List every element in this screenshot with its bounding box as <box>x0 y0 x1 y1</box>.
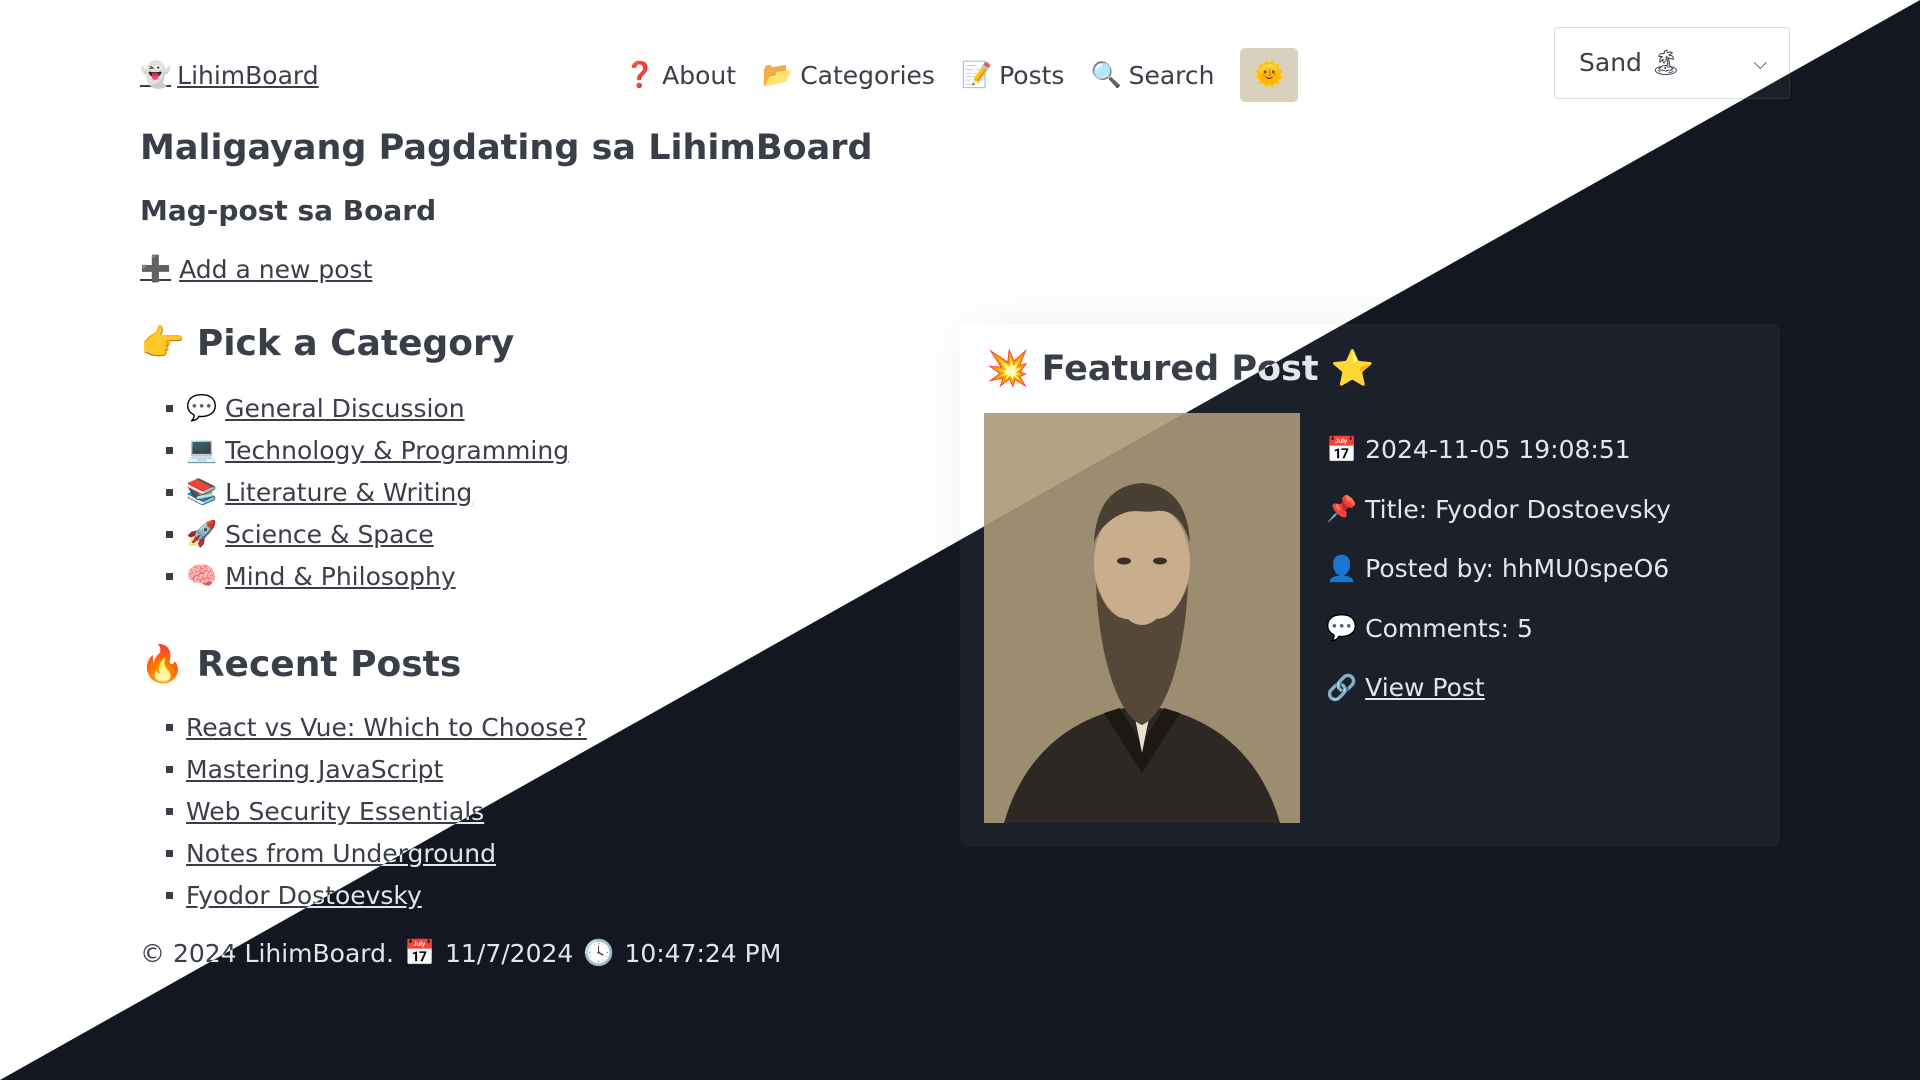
theme-toggle-button[interactable]: 🌞 <box>1240 48 1299 102</box>
user-icon: 👤 <box>1326 553 1358 583</box>
nav-about[interactable]: ❓ About <box>624 60 736 90</box>
category-link-general[interactable]: General Discussion <box>225 394 464 423</box>
nav-categories-label: Categories <box>800 60 935 90</box>
rocket-icon: 🚀 <box>186 519 218 548</box>
palette-icon: 🏝 <box>1649 48 1682 77</box>
meta-title: 📌Title: Fyodor Dostoevsky <box>1326 480 1671 540</box>
category-item: 🚀 Science & Space <box>166 513 569 555</box>
calendar-icon: 📅 <box>403 938 436 967</box>
laptop-icon: 💻 <box>186 435 218 464</box>
add-post-label: Add a new post <box>179 254 373 284</box>
fire-icon: 🔥 <box>140 644 185 685</box>
categories-heading: 👉 Pick a Category <box>140 322 515 365</box>
meta-link: 🔗View Post <box>1326 658 1671 718</box>
category-item: 💬 General Discussion <box>166 387 569 429</box>
star-icon: ⭐ <box>1330 349 1375 389</box>
comment-icon: 💬 <box>1326 613 1358 643</box>
list-item: React vs Vue: Which to Choose? <box>166 706 587 748</box>
nav-about-label: About <box>662 60 737 90</box>
speech-bubble-icon: 💬 <box>186 393 218 422</box>
brain-icon: 🧠 <box>186 561 218 590</box>
theme-select[interactable]: Sand 🏝 ⌵ <box>1554 27 1790 99</box>
clock-icon: 🕓 <box>583 938 615 967</box>
category-item: 📚 Literature & Writing <box>166 471 569 513</box>
calendar-icon: 📅 <box>1326 434 1358 464</box>
featured-post-meta: 📅2024-11-05 19:08:51 📌Title: Fyodor Dost… <box>1326 420 1671 718</box>
footer-date: 11/7/2024 <box>445 938 574 968</box>
category-list: 💬 General Discussion 💻 Technology & Progra… <box>166 387 569 597</box>
plus-icon: ➕ <box>140 254 172 283</box>
brand-label: LihimBoard <box>177 60 319 90</box>
link-icon: 🔗 <box>1326 672 1358 702</box>
question-icon: ❓ <box>624 60 656 89</box>
page-title: Maligayang Pagdating sa LihimBoard <box>140 128 873 168</box>
recent-heading: 🔥 Recent Posts <box>140 643 462 686</box>
brand-link[interactable]: 👻 LihimBoard <box>140 60 319 90</box>
sparkle-icon: 💥 <box>986 349 1030 389</box>
nav-posts-label: Posts <box>999 60 1065 90</box>
page-subtitle: Mag-post sa Board <box>140 194 437 227</box>
nav-search-label: Search <box>1128 60 1215 90</box>
post-comments: Comments: 5 <box>1365 613 1533 643</box>
category-link-literature[interactable]: Literature & Writing <box>225 478 472 507</box>
nav-search[interactable]: 🔍 Search <box>1090 60 1214 90</box>
ghost-icon: 👻 <box>140 60 172 89</box>
nav-posts[interactable]: 📝 Posts <box>961 60 1064 90</box>
list-item: Mastering JavaScript <box>166 748 587 790</box>
pushpin-icon: 📌 <box>1326 494 1358 524</box>
category-item: 🧠 Mind & Philosophy <box>166 555 569 597</box>
recent-post-link[interactable]: React vs Vue: Which to Choose? <box>186 713 587 742</box>
meta-date: 📅2024-11-05 19:08:51 <box>1326 420 1671 480</box>
meta-comments: 💬Comments: 5 <box>1326 599 1671 659</box>
pointing-hand-icon: 👉 <box>140 323 185 364</box>
category-item: 💻 Technology & Programming <box>166 429 569 471</box>
post-date: 2024-11-05 19:08:51 <box>1365 435 1631 465</box>
search-icon: 🔍 <box>1090 60 1122 89</box>
chevron-down-icon: ⌵ <box>1753 52 1767 74</box>
memo-icon: 📝 <box>960 60 993 89</box>
meta-author: 👤Posted by: hhMU0speO6 <box>1326 539 1671 599</box>
recent-post-link[interactable]: Mastering JavaScript <box>186 755 443 784</box>
category-link-technology[interactable]: Technology & Programming <box>225 436 569 465</box>
theme-select-value: Sand <box>1579 48 1642 77</box>
folder-icon: 📂 <box>762 60 794 89</box>
categories-title: Pick a Category <box>196 322 515 364</box>
add-post-link[interactable]: ➕ Add a new post <box>140 254 372 284</box>
recent-post-link[interactable]: Web Security Essentials <box>186 797 484 826</box>
main-nav: ❓ About 📂 Categories 📝 Posts 🔍 Search 🌞 <box>624 48 1299 102</box>
nav-categories[interactable]: 📂 Categories <box>762 60 935 90</box>
category-link-mind[interactable]: Mind & Philosophy <box>225 562 456 591</box>
view-post-link[interactable]: View Post <box>1365 673 1485 702</box>
category-link-science[interactable]: Science & Space <box>225 520 433 549</box>
footer-time: 10:47:24 PM <box>624 938 782 968</box>
post-title: Title: Fyodor Dostoevsky <box>1365 494 1671 524</box>
sun-icon: 🌞 <box>1253 60 1286 90</box>
recent-title: Recent Posts <box>196 643 462 685</box>
books-icon: 📚 <box>186 477 218 506</box>
post-author: Posted by: hhMU0speO6 <box>1365 554 1670 584</box>
